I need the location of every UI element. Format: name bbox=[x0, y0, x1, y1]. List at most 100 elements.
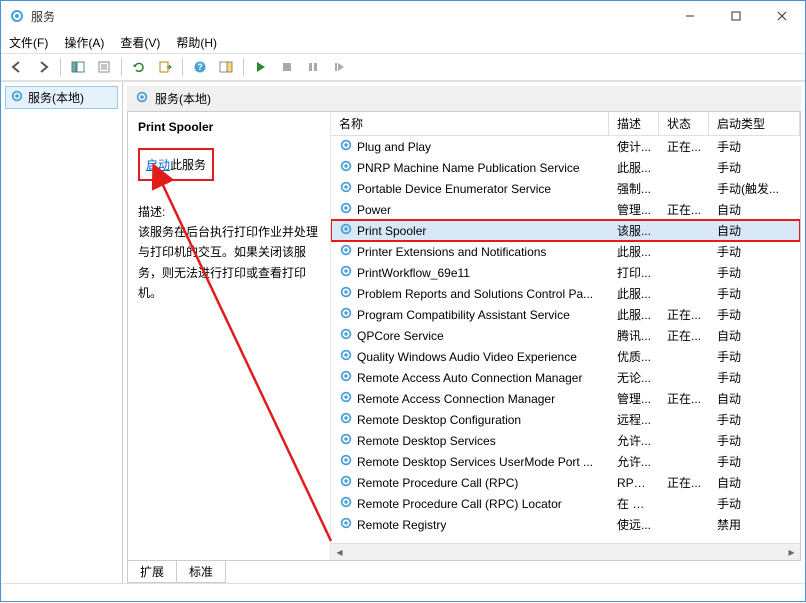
action-pane-button[interactable] bbox=[214, 56, 238, 78]
service-desc: 此服... bbox=[609, 159, 659, 176]
view-tabs: 扩展 标准 bbox=[127, 561, 801, 583]
start-service-link[interactable]: 启动 bbox=[146, 158, 170, 172]
service-row[interactable]: Printer Extensions and Notifications此服..… bbox=[331, 241, 800, 262]
gear-icon bbox=[339, 285, 353, 302]
service-row[interactable]: Remote Access Auto Connection Manager无论.… bbox=[331, 367, 800, 388]
service-name: Program Compatibility Assistant Service bbox=[357, 308, 570, 322]
service-name: Plug and Play bbox=[357, 140, 431, 154]
start-service-button[interactable] bbox=[249, 56, 273, 78]
service-name: PNRP Machine Name Publication Service bbox=[357, 161, 580, 175]
menubar: 文件(F) 操作(A) 查看(V) 帮助(H) bbox=[1, 31, 805, 53]
gear-icon bbox=[339, 222, 353, 239]
service-row[interactable]: PrintWorkflow_69e11打印...手动 bbox=[331, 262, 800, 283]
service-startup: 手动 bbox=[709, 453, 800, 470]
forward-button[interactable] bbox=[31, 56, 55, 78]
scroll-right-arrow[interactable]: ▸ bbox=[783, 544, 800, 561]
service-desc: 使计... bbox=[609, 138, 659, 155]
start-service-box: 启动此服务 bbox=[138, 148, 214, 181]
service-row[interactable]: Problem Reports and Solutions Control Pa… bbox=[331, 283, 800, 304]
column-description[interactable]: 描述 bbox=[609, 112, 659, 135]
service-row[interactable]: PNRP Machine Name Publication Service 此服.… bbox=[331, 157, 800, 178]
properties-button[interactable] bbox=[92, 56, 116, 78]
service-name: QPCore Service bbox=[357, 329, 444, 343]
list-pane-title: 服务(本地) bbox=[155, 90, 211, 107]
service-desc: 远程... bbox=[609, 411, 659, 428]
service-row[interactable]: Remote Access Connection Manager管理...正在.… bbox=[331, 388, 800, 409]
service-row[interactable]: Power管理...正在...自动 bbox=[331, 199, 800, 220]
service-row[interactable]: Remote Desktop Services允许...手动 bbox=[331, 430, 800, 451]
menu-view[interactable]: 查看(V) bbox=[120, 34, 160, 51]
service-startup: 自动 bbox=[709, 222, 800, 239]
gear-icon bbox=[339, 348, 353, 365]
column-status[interactable]: 状态 bbox=[659, 112, 709, 135]
service-startup: 手动 bbox=[709, 432, 800, 449]
start-service-suffix: 此服务 bbox=[170, 158, 206, 172]
gear-icon bbox=[339, 159, 353, 176]
export-button[interactable] bbox=[153, 56, 177, 78]
restart-service-button[interactable] bbox=[327, 56, 351, 78]
maximize-button[interactable] bbox=[713, 1, 759, 31]
tree-root-services[interactable]: 服务(本地) bbox=[5, 86, 118, 109]
menu-file[interactable]: 文件(F) bbox=[9, 34, 48, 51]
service-row[interactable]: Remote Desktop Configuration远程...手动 bbox=[331, 409, 800, 430]
minimize-button[interactable] bbox=[667, 1, 713, 31]
service-startup: 手动 bbox=[709, 495, 800, 512]
service-status: 正在... bbox=[659, 390, 709, 407]
service-row[interactable]: QPCore Service腾讯...正在...自动 bbox=[331, 325, 800, 346]
service-row[interactable]: Portable Device Enumerator Service强制...手… bbox=[331, 178, 800, 199]
menu-help[interactable]: 帮助(H) bbox=[176, 34, 217, 51]
service-row[interactable]: Remote Registry使远...禁用 bbox=[331, 514, 800, 535]
service-startup: 手动 bbox=[709, 264, 800, 281]
tab-extended[interactable]: 扩展 bbox=[127, 561, 177, 583]
window-title: 服务 bbox=[31, 8, 667, 25]
scroll-left-arrow[interactable]: ◂ bbox=[331, 544, 348, 561]
column-name[interactable]: 名称 bbox=[331, 112, 609, 135]
pause-service-button[interactable] bbox=[301, 56, 325, 78]
detail-panel: Print Spooler 启动此服务 描述: 该服务在后台执行打印作业并处理与… bbox=[128, 112, 330, 560]
service-desc: RPC... bbox=[609, 476, 659, 490]
back-button[interactable] bbox=[5, 56, 29, 78]
menu-action[interactable]: 操作(A) bbox=[64, 34, 104, 51]
show-hide-tree-button[interactable] bbox=[66, 56, 90, 78]
service-status: 正在... bbox=[659, 306, 709, 323]
service-row[interactable]: Remote Procedure Call (RPC) Locator在 W..… bbox=[331, 493, 800, 514]
toolbar: ? bbox=[1, 53, 805, 81]
service-name: Power bbox=[357, 203, 391, 217]
horizontal-scrollbar[interactable]: ◂ ▸ bbox=[331, 543, 800, 560]
service-desc: 在 W... bbox=[609, 495, 659, 512]
service-desc: 该服... bbox=[609, 222, 659, 239]
service-startup: 禁用 bbox=[709, 516, 800, 533]
service-row[interactable]: Quality Windows Audio Video Experience优质… bbox=[331, 346, 800, 367]
tree-root-label: 服务(本地) bbox=[28, 89, 84, 106]
close-button[interactable] bbox=[759, 1, 805, 31]
tab-standard[interactable]: 标准 bbox=[176, 561, 226, 583]
service-name: Remote Desktop Configuration bbox=[357, 413, 521, 427]
service-desc: 无论... bbox=[609, 369, 659, 386]
help-button[interactable]: ? bbox=[188, 56, 212, 78]
list-rows: Plug and Play使计...正在...手动PNRP Machine Na… bbox=[331, 136, 800, 543]
list-pane-header: 服务(本地) bbox=[127, 86, 801, 112]
gear-icon bbox=[339, 201, 353, 218]
list-header: 名称 描述 状态 启动类型 bbox=[331, 112, 800, 136]
gear-icon bbox=[339, 369, 353, 386]
service-desc: 此服... bbox=[609, 285, 659, 302]
service-row[interactable]: Plug and Play使计...正在...手动 bbox=[331, 136, 800, 157]
service-startup: 手动 bbox=[709, 159, 800, 176]
refresh-button[interactable] bbox=[127, 56, 151, 78]
description-label: 描述: bbox=[138, 203, 320, 220]
service-name: Remote Registry bbox=[357, 518, 446, 532]
service-startup: 自动 bbox=[709, 390, 800, 407]
column-startup[interactable]: 启动类型 bbox=[709, 112, 800, 135]
service-name: Print Spooler bbox=[357, 224, 426, 238]
service-row[interactable]: Print Spooler 该服... 自动 bbox=[331, 220, 800, 241]
gear-icon bbox=[339, 474, 353, 491]
stop-service-button[interactable] bbox=[275, 56, 299, 78]
service-name: Problem Reports and Solutions Control Pa… bbox=[357, 287, 593, 301]
service-desc: 允许... bbox=[609, 453, 659, 470]
titlebar: 服务 bbox=[1, 1, 805, 31]
gear-icon bbox=[339, 411, 353, 428]
service-row[interactable]: Program Compatibility Assistant Service此… bbox=[331, 304, 800, 325]
service-row[interactable]: Remote Desktop Services UserMode Port ..… bbox=[331, 451, 800, 472]
service-row[interactable]: Remote Procedure Call (RPC)RPC...正在...自动 bbox=[331, 472, 800, 493]
gear-icon bbox=[339, 306, 353, 323]
